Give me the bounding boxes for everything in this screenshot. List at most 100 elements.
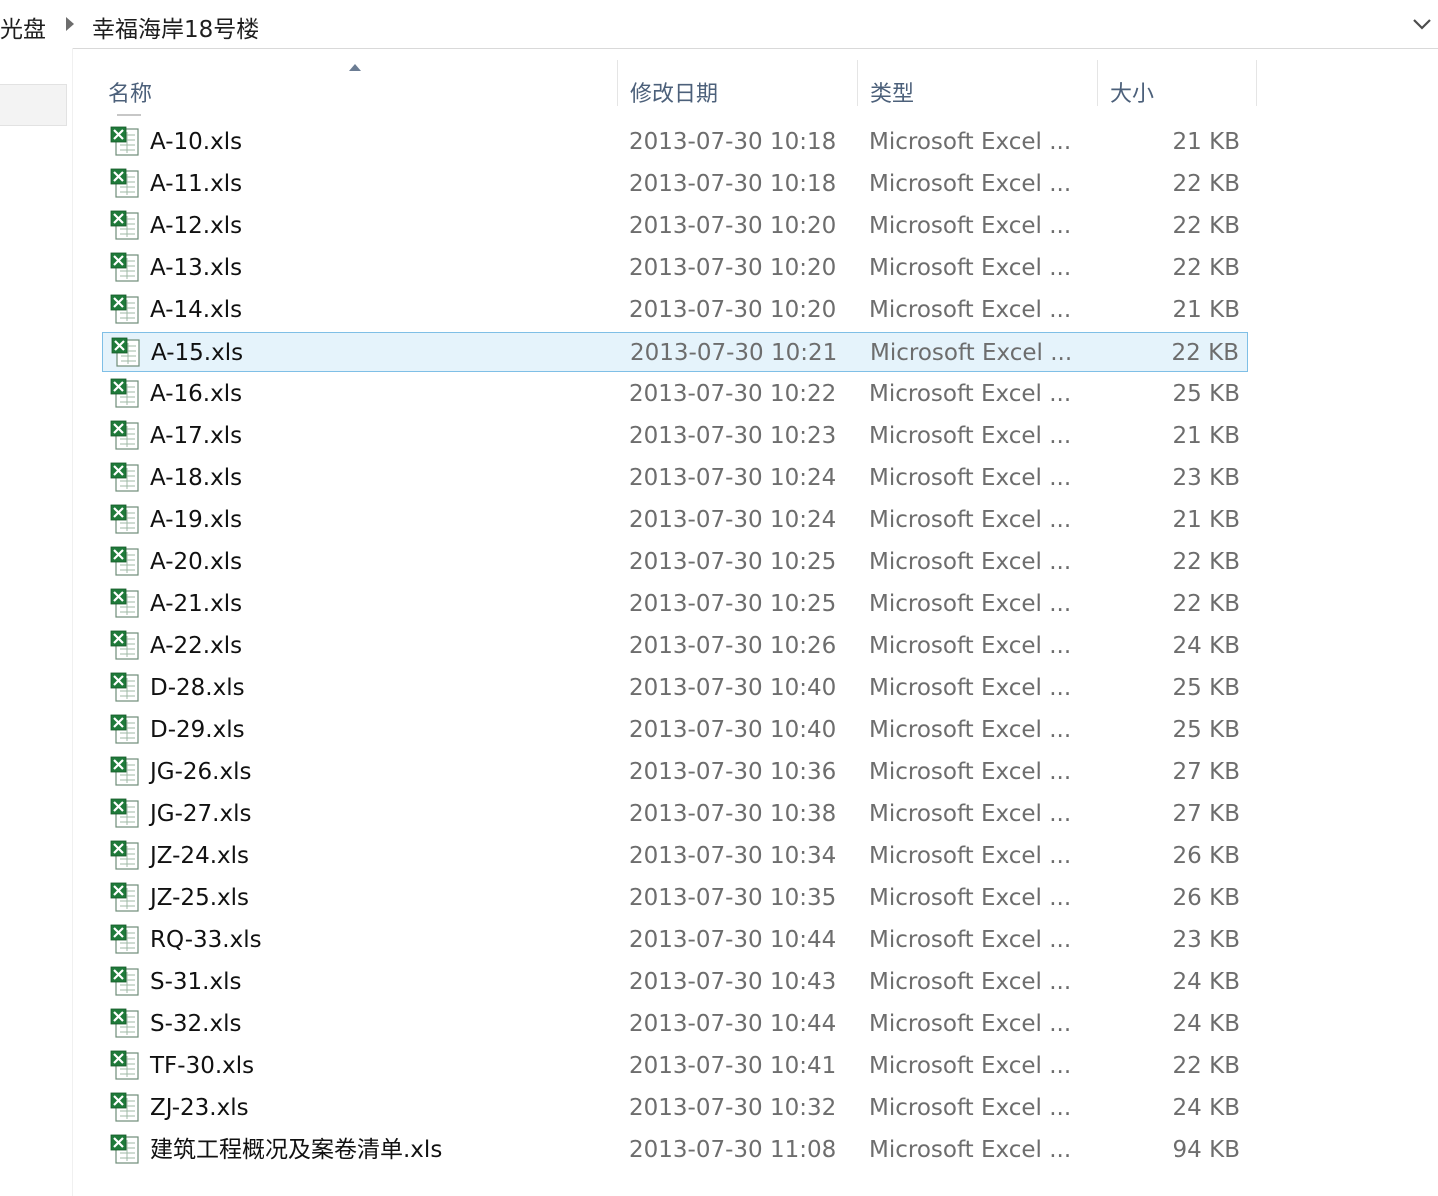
file-row[interactable]: A-18.xls 2013-07-30 10:24 Microsoft Exce… [102, 458, 1248, 498]
file-size: 25 KB [1172, 381, 1240, 407]
file-size: 27 KB [1172, 801, 1240, 827]
column-header-date[interactable]: 修改日期 [618, 60, 856, 116]
address-bar[interactable]: 光盘 幸福海岸18号楼 [0, 0, 1438, 49]
file-name: 建筑工程概况及案卷清单.xls [150, 1137, 443, 1163]
excel-file-icon [110, 924, 139, 954]
file-size: 24 KB [1172, 633, 1240, 659]
file-row[interactable]: JZ-25.xls 2013-07-30 10:35 Microsoft Exc… [102, 878, 1248, 918]
file-row[interactable]: TF-30.xls 2013-07-30 10:41 Microsoft Exc… [102, 1046, 1248, 1086]
file-size: 25 KB [1172, 717, 1240, 743]
file-size: 26 KB [1172, 843, 1240, 869]
file-modified-date: 2013-07-30 10:18 [629, 129, 837, 155]
column-header-name[interactable]: 名称 [104, 60, 618, 116]
column-header-name-label: 名称 [108, 82, 153, 107]
file-name: A-14.xls [150, 297, 243, 323]
file-row[interactable]: A-10.xls 2013-07-30 10:18 Microsoft Exce… [102, 122, 1248, 162]
file-row[interactable]: A-14.xls 2013-07-30 10:20 Microsoft Exce… [102, 290, 1248, 330]
file-type: Microsoft Excel ... [869, 885, 1072, 911]
file-row[interactable]: JG-27.xls 2013-07-30 10:38 Microsoft Exc… [102, 794, 1248, 834]
file-row[interactable]: 建筑工程概况及案卷清单.xls 2013-07-30 11:08 Microso… [102, 1130, 1248, 1170]
file-row[interactable]: A-11.xls 2013-07-30 10:18 Microsoft Exce… [102, 164, 1248, 204]
breadcrumb-disc[interactable]: 光盘 [0, 10, 46, 44]
file-size: 22 KB [1171, 340, 1239, 366]
file-name: S-31.xls [150, 969, 242, 995]
file-name: JZ-24.xls [150, 843, 249, 869]
column-separator[interactable] [1256, 60, 1257, 106]
pane-divider[interactable] [72, 48, 73, 1196]
chevron-down-icon[interactable] [1410, 12, 1434, 36]
file-name: A-22.xls [150, 633, 243, 659]
excel-file-icon [110, 714, 139, 744]
file-row[interactable]: S-31.xls 2013-07-30 10:43 Microsoft Exce… [102, 962, 1248, 1002]
file-row[interactable]: D-28.xls 2013-07-30 10:40 Microsoft Exce… [102, 668, 1248, 708]
file-modified-date: 2013-07-30 10:20 [629, 213, 837, 239]
file-name: JG-26.xls [150, 759, 252, 785]
file-row[interactable]: A-15.xls 2013-07-30 10:21 Microsoft Exce… [102, 332, 1248, 372]
excel-file-icon [110, 210, 139, 240]
excel-file-icon [110, 546, 139, 576]
file-type: Microsoft Excel ... [869, 381, 1072, 407]
file-row[interactable]: ZJ-23.xls 2013-07-30 10:32 Microsoft Exc… [102, 1088, 1248, 1128]
excel-file-icon [110, 588, 139, 618]
file-type: Microsoft Excel ... [869, 927, 1072, 953]
file-row[interactable]: A-13.xls 2013-07-30 10:20 Microsoft Exce… [102, 248, 1248, 288]
file-type: Microsoft Excel ... [869, 591, 1072, 617]
file-row[interactable]: A-22.xls 2013-07-30 10:26 Microsoft Exce… [102, 626, 1248, 666]
excel-file-icon [110, 840, 139, 870]
file-modified-date: 2013-07-30 11:08 [629, 1137, 837, 1163]
file-row[interactable]: JZ-24.xls 2013-07-30 10:34 Microsoft Exc… [102, 836, 1248, 876]
file-size: 24 KB [1172, 1095, 1240, 1121]
file-name: A-16.xls [150, 381, 243, 407]
file-row[interactable]: A-17.xls 2013-07-30 10:23 Microsoft Exce… [102, 416, 1248, 456]
excel-file-icon [110, 672, 139, 702]
file-row[interactable]: A-21.xls 2013-07-30 10:25 Microsoft Exce… [102, 584, 1248, 624]
navigation-pane-selected-item[interactable] [0, 84, 67, 126]
column-header-type[interactable]: 类型 [858, 60, 1096, 116]
file-modified-date: 2013-07-30 10:21 [630, 340, 838, 366]
file-size: 22 KB [1172, 255, 1240, 281]
file-type: Microsoft Excel ... [869, 1095, 1072, 1121]
file-size: 22 KB [1172, 549, 1240, 575]
file-name: A-19.xls [150, 507, 243, 533]
navigation-pane[interactable] [0, 48, 72, 1196]
column-header-type-label: 类型 [870, 82, 915, 107]
breadcrumb-current-folder[interactable]: 幸福海岸18号楼 [92, 10, 259, 44]
file-type: Microsoft Excel ... [869, 1011, 1072, 1037]
excel-file-icon [110, 1008, 139, 1038]
file-row[interactable]: A-19.xls 2013-07-30 10:24 Microsoft Exce… [102, 500, 1248, 540]
file-size: 23 KB [1172, 465, 1240, 491]
file-modified-date: 2013-07-30 10:44 [629, 927, 837, 953]
file-name: A-21.xls [150, 591, 243, 617]
file-size: 25 KB [1172, 675, 1240, 701]
file-name: A-17.xls [150, 423, 243, 449]
excel-file-icon [110, 168, 139, 198]
file-type: Microsoft Excel ... [869, 129, 1072, 155]
file-size: 23 KB [1172, 927, 1240, 953]
header-focus-underline [117, 114, 141, 116]
file-type: Microsoft Excel ... [869, 717, 1072, 743]
column-header-size[interactable]: 大小 [1098, 60, 1256, 116]
excel-file-icon [110, 1050, 139, 1080]
excel-file-icon [110, 378, 139, 408]
file-type: Microsoft Excel ... [869, 507, 1072, 533]
file-name: RQ-33.xls [150, 927, 262, 953]
file-type: Microsoft Excel ... [869, 465, 1072, 491]
file-name: JZ-25.xls [150, 885, 249, 911]
file-size: 22 KB [1172, 591, 1240, 617]
file-modified-date: 2013-07-30 10:20 [629, 255, 837, 281]
column-header-date-label: 修改日期 [630, 82, 719, 107]
file-size: 94 KB [1172, 1137, 1240, 1163]
breadcrumb-chevron-icon[interactable] [66, 17, 74, 31]
excel-file-icon [110, 966, 139, 996]
file-row[interactable]: RQ-33.xls 2013-07-30 10:44 Microsoft Exc… [102, 920, 1248, 960]
file-size: 22 KB [1172, 171, 1240, 197]
file-row[interactable]: JG-26.xls 2013-07-30 10:36 Microsoft Exc… [102, 752, 1248, 792]
file-modified-date: 2013-07-30 10:40 [629, 717, 837, 743]
file-row[interactable]: S-32.xls 2013-07-30 10:44 Microsoft Exce… [102, 1004, 1248, 1044]
file-row[interactable]: D-29.xls 2013-07-30 10:40 Microsoft Exce… [102, 710, 1248, 750]
excel-file-icon [110, 462, 139, 492]
file-row[interactable]: A-12.xls 2013-07-30 10:20 Microsoft Exce… [102, 206, 1248, 246]
file-row[interactable]: A-20.xls 2013-07-30 10:25 Microsoft Exce… [102, 542, 1248, 582]
file-row[interactable]: A-16.xls 2013-07-30 10:22 Microsoft Exce… [102, 374, 1248, 414]
file-modified-date: 2013-07-30 10:44 [629, 1011, 837, 1037]
